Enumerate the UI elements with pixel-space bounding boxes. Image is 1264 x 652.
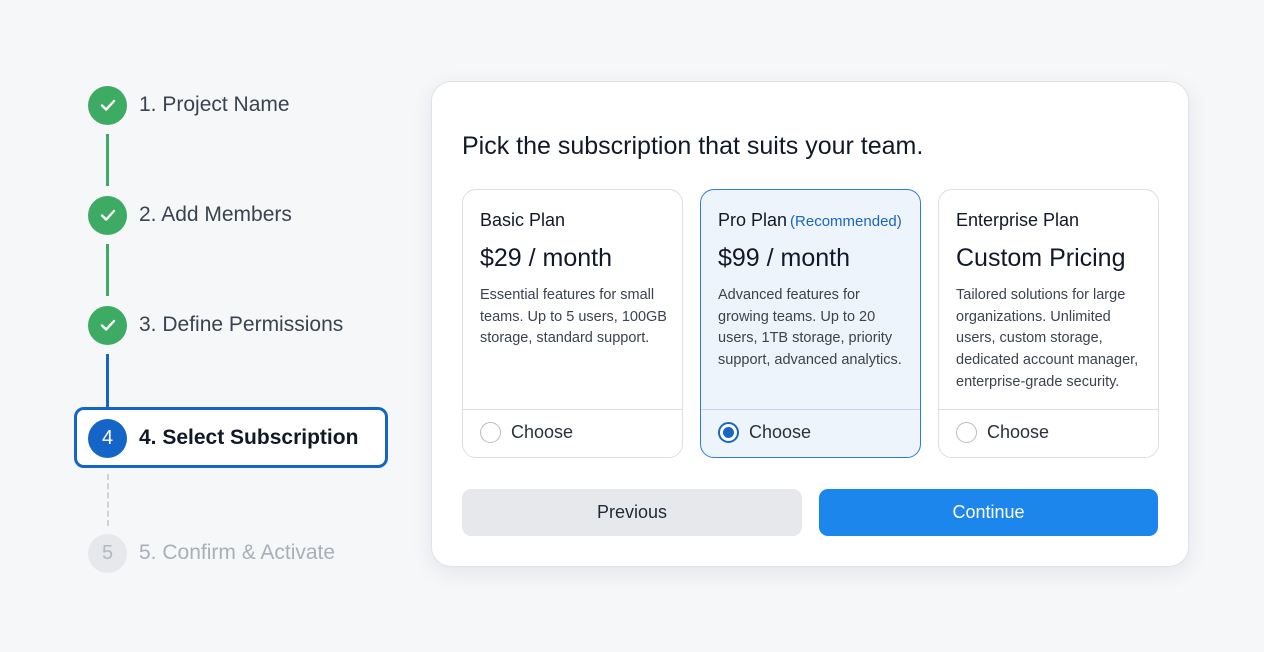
plan-name-text: Basic Plan bbox=[480, 210, 566, 230]
step-number: 4 bbox=[88, 418, 127, 458]
plan-price: Custom Pricing bbox=[956, 244, 1126, 272]
step-label: 4. Select Subscription bbox=[139, 426, 359, 449]
stepper: 1. Project Name 2. Add Members 3. Define… bbox=[0, 0, 420, 652]
choose-label: Choose bbox=[511, 422, 574, 442]
continue-button[interactable]: Continue bbox=[819, 489, 1158, 536]
step-label: 2. Add Members bbox=[139, 203, 292, 226]
step-confirm-activate: 5 5. Confirm & Activate bbox=[88, 533, 335, 573]
radio-button[interactable] bbox=[480, 422, 501, 443]
step-label: 1. Project Name bbox=[139, 93, 290, 116]
plan-name-text: Pro Plan bbox=[718, 210, 788, 230]
choose-label: Choose bbox=[987, 422, 1050, 442]
step-connector bbox=[106, 134, 109, 186]
plan-description: Tailored solutions for large organizatio… bbox=[956, 287, 1139, 390]
check-icon bbox=[88, 85, 127, 125]
plan-name: Pro Plan (Recommended) bbox=[718, 210, 902, 231]
page-title: Pick the subscription that suits your te… bbox=[462, 132, 924, 160]
step-define-permissions[interactable]: 3. Define Permissions bbox=[88, 305, 343, 345]
recommended-badge: (Recommended) bbox=[790, 213, 902, 230]
step-label: 3. Define Permissions bbox=[139, 313, 344, 336]
check-icon bbox=[88, 195, 127, 235]
plan-card-pro[interactable]: Pro Plan (Recommended) $99 / month Advanc… bbox=[700, 189, 921, 458]
plan-description: Advanced features for growing teams. Up … bbox=[718, 287, 902, 369]
plan-name: Enterprise Plan bbox=[956, 210, 1079, 231]
plan-name-text: Enterprise Plan bbox=[956, 210, 1080, 230]
choose-label: Choose bbox=[749, 422, 812, 442]
radio-dot bbox=[723, 427, 734, 438]
radio-button-selected[interactable] bbox=[718, 422, 739, 443]
step-connector bbox=[107, 474, 109, 526]
step-connector bbox=[106, 244, 109, 296]
step-project-name[interactable]: 1. Project Name bbox=[88, 85, 290, 125]
step-connector bbox=[106, 354, 109, 407]
radio-button[interactable] bbox=[956, 422, 977, 443]
plan-name: Basic Plan bbox=[480, 210, 565, 231]
plan-card-basic[interactable]: Basic Plan $29 / month Essential feature… bbox=[462, 189, 683, 458]
step-select-subscription[interactable]: 4 4. Select Subscription bbox=[88, 418, 358, 458]
choose-pro-radio[interactable]: Choose bbox=[718, 422, 811, 443]
plan-card-enterprise[interactable]: Enterprise Plan Custom Pricing Tailored … bbox=[938, 189, 1159, 458]
subscription-card: Pick the subscription that suits your te… bbox=[431, 81, 1189, 567]
choose-basic-radio[interactable]: Choose bbox=[480, 422, 573, 443]
previous-button[interactable]: Previous bbox=[462, 489, 802, 536]
step-add-members[interactable]: 2. Add Members bbox=[88, 195, 292, 235]
divider bbox=[701, 409, 920, 410]
plan-price: $99 / month bbox=[718, 244, 851, 272]
step-label: 5. Confirm & Activate bbox=[139, 541, 336, 564]
divider bbox=[939, 409, 1158, 410]
divider bbox=[463, 409, 682, 410]
choose-enterprise-radio[interactable]: Choose bbox=[956, 422, 1049, 443]
plan-price: $29 / month bbox=[480, 244, 613, 272]
check-icon bbox=[88, 305, 127, 345]
plan-description: Essential features for small teams. Up t… bbox=[480, 287, 667, 347]
step-number: 5 bbox=[88, 533, 127, 573]
wizard-page: 1. Project Name 2. Add Members 3. Define… bbox=[0, 0, 1264, 652]
